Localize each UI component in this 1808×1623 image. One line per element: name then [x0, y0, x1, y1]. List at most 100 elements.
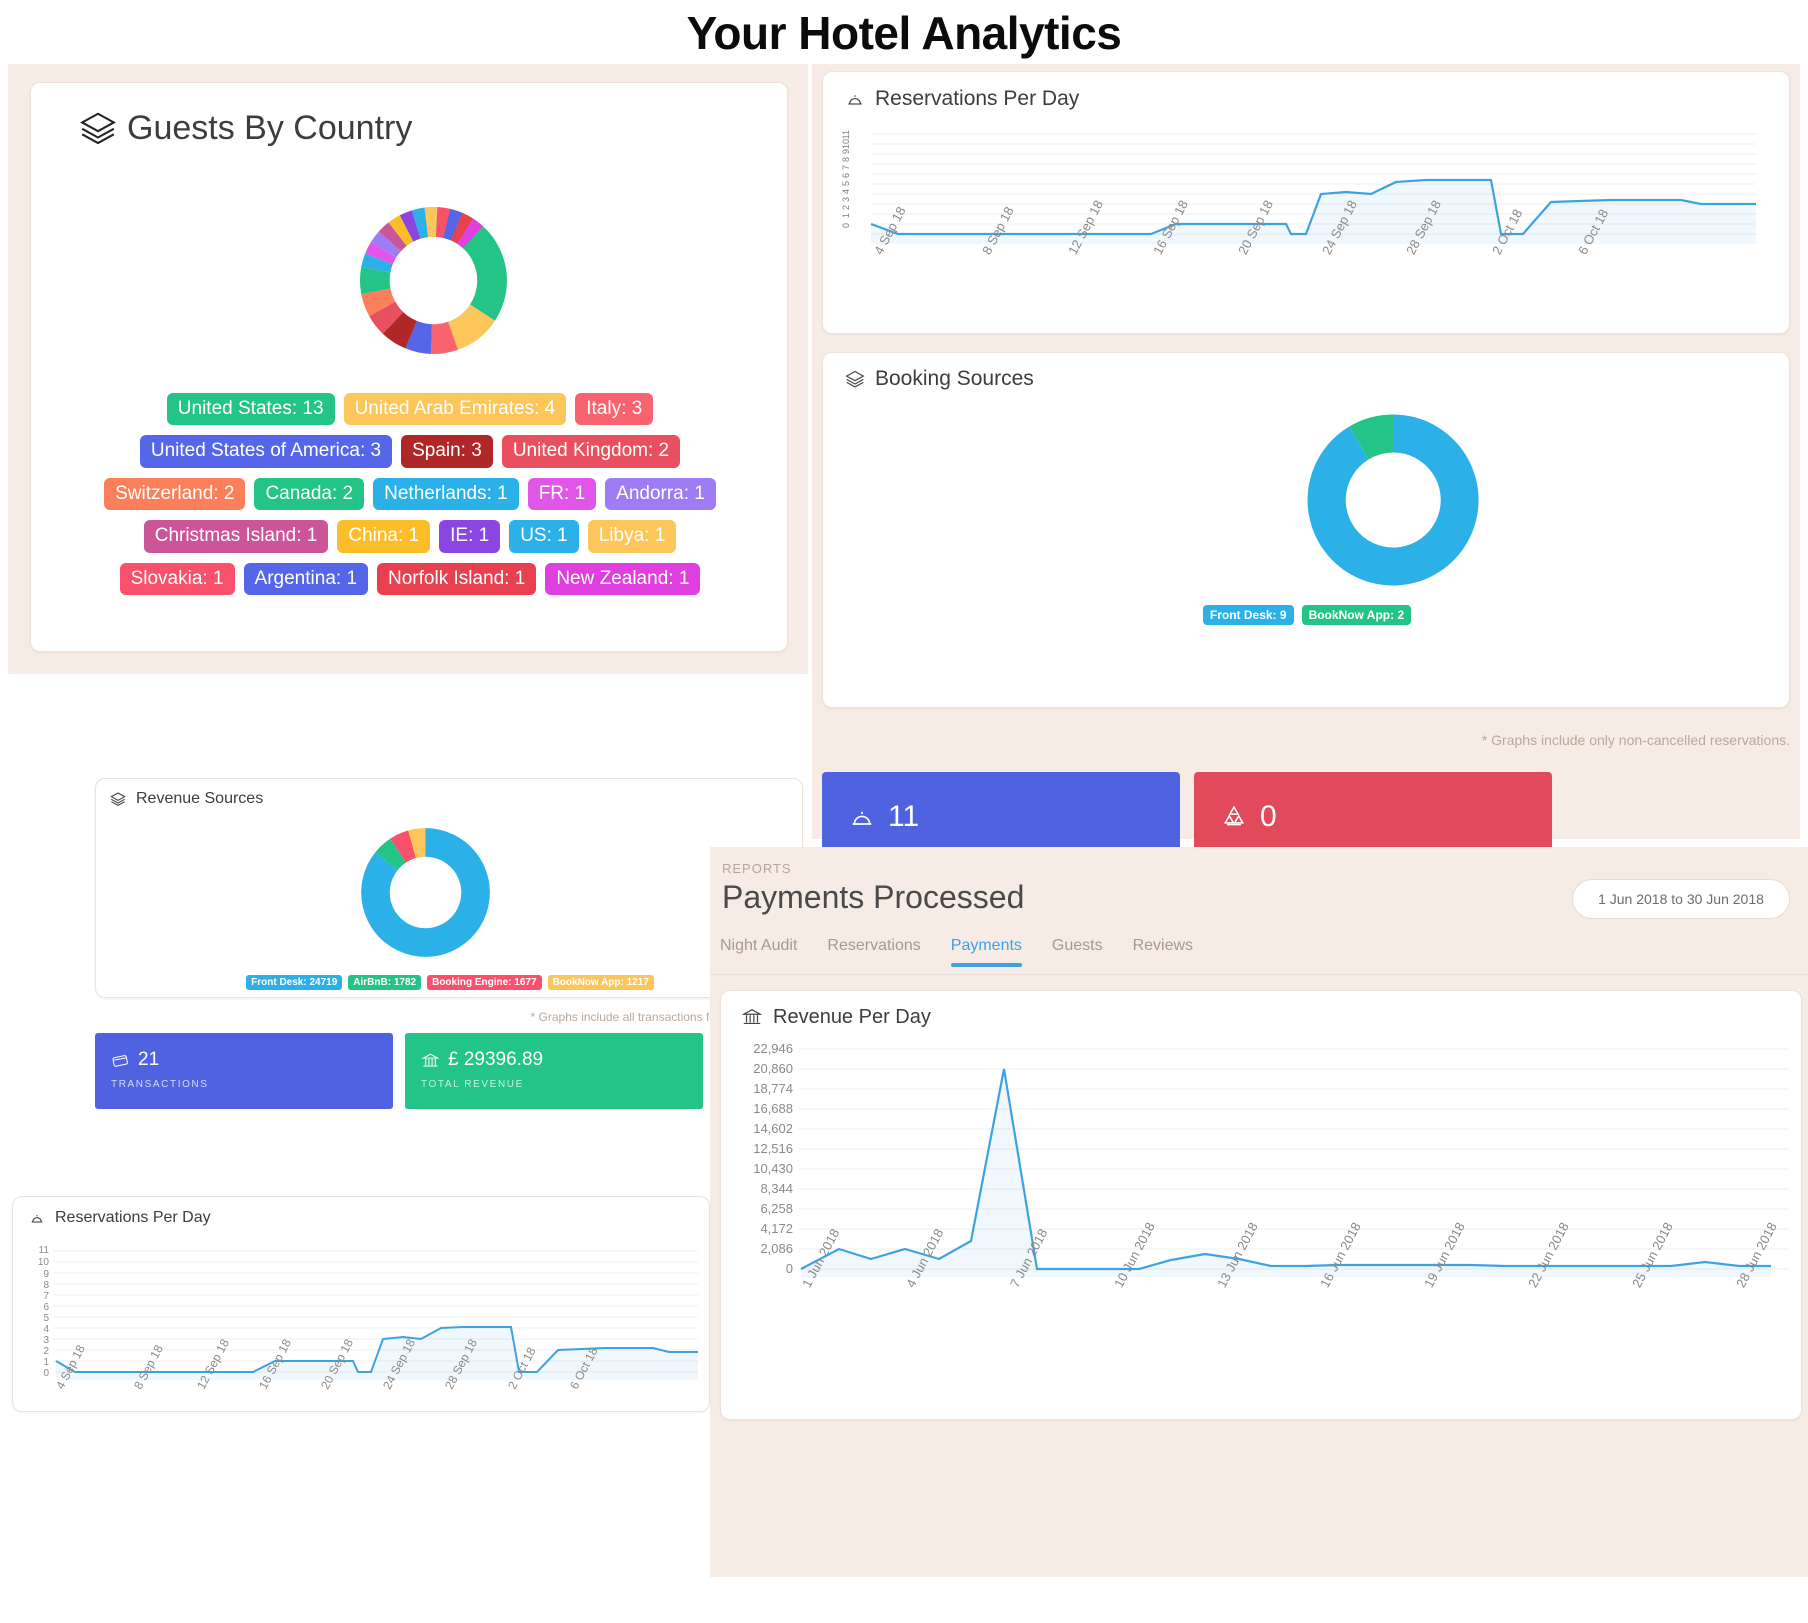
- guests-legend: United States: 13 United Arab Emirates: …: [45, 393, 775, 595]
- legend-badge[interactable]: Andorra: 1: [605, 478, 716, 510]
- layers-icon: [110, 791, 126, 807]
- recycle-icon: [1220, 803, 1248, 831]
- legend-badge[interactable]: New Zealand: 1: [545, 563, 700, 595]
- revenue-per-day-title: Revenue Per Day: [741, 1006, 931, 1028]
- booking-sources-card: Booking Sources Front Desk: 9 BookNow Ap…: [822, 352, 1790, 708]
- y-axis-labels-revenue: 22,946 20,860 18,774 16,688 14,602 12,51…: [731, 1041, 793, 1271]
- legend-badge[interactable]: Norfolk Island: 1: [377, 563, 536, 595]
- booking-sources-legend: Front Desk: 9 BookNow App: 2: [823, 605, 1791, 625]
- legend-badge[interactable]: United Arab Emirates: 4: [344, 393, 567, 425]
- tab-payments[interactable]: Payments: [951, 937, 1022, 967]
- guests-card-title: Guests By Country: [79, 109, 412, 147]
- reservations-per-day-plot-top: [851, 132, 1761, 247]
- revenue-sources-card: Revenue Sources Front Desk: 24719 AirBnB…: [95, 778, 803, 998]
- legend-badge[interactable]: Slovakia: 1: [120, 563, 235, 595]
- legend-badge[interactable]: Canada: 2: [254, 478, 364, 510]
- legend-row: United States: 13 United Arab Emirates: …: [167, 393, 653, 425]
- x-axis-labels-top: 4 Sep 18 8 Sep 18 12 Sep 18 16 Sep 18 20…: [871, 250, 1771, 320]
- legend-badge[interactable]: United Kingdom: 2: [502, 435, 680, 467]
- guests-by-country-panel: Guests By Country: [8, 64, 808, 674]
- revenue-sources-legend: Front Desk: 24719 AirBnB: 1782 Booking E…: [96, 975, 804, 990]
- bank-icon: [741, 1006, 763, 1028]
- bell-icon: [845, 89, 865, 109]
- bell-icon: [29, 1210, 45, 1226]
- reservations-card-title: Reservations Per Day: [845, 88, 1079, 109]
- tabs-divider: [710, 974, 1808, 975]
- legend-badge[interactable]: Booking Engine: 1677: [427, 975, 541, 990]
- legend-row: United States of America: 3 Spain: 3 Uni…: [140, 435, 680, 467]
- legend-row: Christmas Island: 1 China: 1 IE: 1 US: 1…: [144, 520, 677, 552]
- legend-badge[interactable]: BookNow App: 2: [1302, 605, 1412, 625]
- bell-icon: [848, 803, 876, 831]
- revenue-sources-title: Revenue Sources: [110, 791, 263, 807]
- legend-badge[interactable]: Spain: 3: [401, 435, 493, 467]
- x-axis-labels-revenue: 1 Jun 2018 4 Jun 2018 7 Jun 2018 10 Jun …: [799, 1283, 1799, 1363]
- reservations-bottom-title-text: Reservations Per Day: [55, 1210, 211, 1226]
- legend-badge[interactable]: AirBnB: 1782: [348, 975, 421, 990]
- legend-badge[interactable]: US: 1: [509, 520, 579, 552]
- bank-icon: [421, 1051, 440, 1070]
- reports-panel: REPORTS Payments Processed 1 Jun 2018 to…: [710, 847, 1808, 1577]
- stat-value-row: £ 29396.89: [421, 1049, 543, 1071]
- graphs-note-right: * Graphs include only non-cancelled rese…: [1482, 732, 1790, 748]
- tab-reservations[interactable]: Reservations: [827, 937, 920, 967]
- revenue-sources-panel: Revenue Sources Front Desk: 24719 AirBnB…: [95, 778, 810, 1196]
- stat-value-row: 0: [1220, 800, 1277, 834]
- reservations-overview-panel: Reservations Per Day 11 10 9: [812, 64, 1800, 839]
- x-axis-labels-bottom: 4 Sep 18 8 Sep 18 12 Sep 18 16 Sep 18 20…: [53, 1385, 713, 1445]
- legend-badge[interactable]: Italy: 3: [575, 393, 653, 425]
- legend-badge[interactable]: IE: 1: [439, 520, 500, 552]
- reports-eyebrow: REPORTS: [722, 861, 792, 876]
- legend-badge[interactable]: BookNow App: 1217: [548, 975, 654, 990]
- revenue-per-day-card: Revenue Per Day 22,946 20,860 18,774 16,…: [720, 990, 1802, 1420]
- card-icon: [111, 1051, 130, 1070]
- legend-row: Slovakia: 1 Argentina: 1 Norfolk Island:…: [120, 563, 701, 595]
- legend-badge[interactable]: Front Desk: 24719: [246, 975, 342, 990]
- legend-badge[interactable]: United States of America: 3: [140, 435, 392, 467]
- y-axis-labels-top: 11 10 9 8 7 6 5 4 3 2 1 0: [841, 130, 867, 240]
- reservations-per-day-card-top: Reservations Per Day 11 10 9: [822, 71, 1790, 334]
- reservations-title-text: Reservations Per Day: [875, 88, 1079, 109]
- stat-value: 0: [1260, 800, 1277, 834]
- legend-badge[interactable]: FR: 1: [528, 478, 596, 510]
- legend-badge[interactable]: United States: 13: [167, 393, 335, 425]
- tab-night-audit[interactable]: Night Audit: [720, 937, 797, 967]
- guests-by-country-card: Guests By Country: [30, 82, 788, 652]
- reports-tabs: Night Audit Reservations Payments Guests…: [720, 937, 1193, 967]
- legend-badge[interactable]: Front Desk: 9: [1203, 605, 1294, 625]
- booking-sources-donut-chart: [1298, 405, 1488, 595]
- stat-label: TRANSACTIONS: [111, 1079, 209, 1090]
- stat-label: TOTAL REVENUE: [421, 1079, 524, 1090]
- guests-donut-chart: [346, 193, 521, 368]
- legend-badge[interactable]: Argentina: 1: [244, 563, 368, 595]
- legend-row: Switzerland: 2 Canada: 2 Netherlands: 1 …: [104, 478, 716, 510]
- revenue-sources-donut-chart: [354, 821, 497, 964]
- stat-value: 21: [138, 1049, 159, 1071]
- date-range-picker[interactable]: 1 Jun 2018 to 30 Jun 2018: [1572, 879, 1790, 919]
- legend-badge[interactable]: Libya: 1: [588, 520, 677, 552]
- stat-card-total-revenue[interactable]: £ 29396.89 TOTAL REVENUE: [405, 1033, 703, 1109]
- reservations-bottom-title: Reservations Per Day: [29, 1210, 211, 1226]
- tab-guests[interactable]: Guests: [1052, 937, 1103, 967]
- legend-badge[interactable]: Switzerland: 2: [104, 478, 245, 510]
- booking-sources-title-text: Booking Sources: [875, 368, 1034, 389]
- legend-badge[interactable]: China: 1: [337, 520, 430, 552]
- stat-value: 11: [888, 800, 919, 834]
- stat-value-row: 21: [111, 1049, 159, 1071]
- layers-icon: [79, 109, 117, 147]
- revenue-per-day-title-text: Revenue Per Day: [773, 1007, 931, 1027]
- stat-value-row: 11: [848, 800, 919, 834]
- tab-reviews[interactable]: Reviews: [1133, 937, 1193, 967]
- stat-card-transactions[interactable]: 21 TRANSACTIONS: [95, 1033, 393, 1109]
- y-axis-labels-bottom: 11 10 9 8 7 6 5 4 3 2 1 0: [27, 1245, 49, 1373]
- guests-title-text: Guests By Country: [127, 111, 412, 145]
- page-title: Your Hotel Analytics: [0, 6, 1808, 60]
- reservations-per-day-card-bottom: Reservations Per Day 11 10 9 8 7 6 5 4 3…: [12, 1196, 710, 1412]
- revenue-sources-title-text: Revenue Sources: [136, 791, 263, 807]
- legend-badge[interactable]: Netherlands: 1: [373, 478, 519, 510]
- revenue-per-day-plot: [799, 1047, 1793, 1279]
- reports-title: Payments Processed: [722, 879, 1024, 916]
- stat-value: £ 29396.89: [448, 1049, 543, 1071]
- legend-badge[interactable]: Christmas Island: 1: [144, 520, 329, 552]
- layers-icon: [845, 369, 865, 389]
